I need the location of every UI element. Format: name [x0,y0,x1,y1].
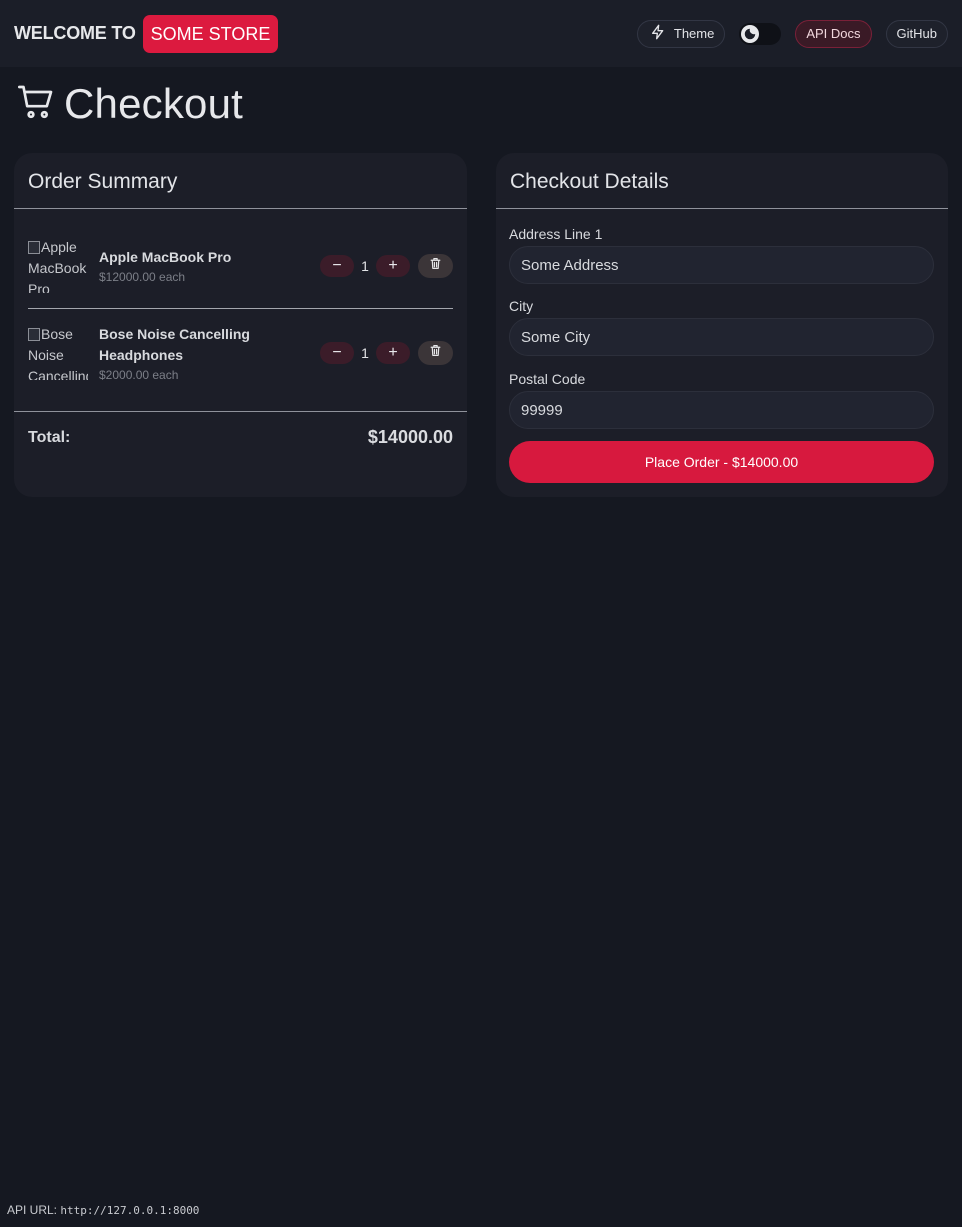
page-title: Checkout [16,80,243,128]
place-order-button[interactable]: Place Order - $14000.00 [509,441,934,483]
city-input[interactable] [509,318,934,356]
item-price: $2000.00 each [99,368,179,382]
trash-icon [429,257,442,275]
item-controls: − 1 + [320,341,453,365]
cart-item: Apple MacBook Pro Apple MacBook Pro $120… [28,237,453,293]
item-name: Apple MacBook Pro [99,249,232,265]
moon-icon [741,24,760,43]
address-field: Address Line 1 [509,226,934,284]
github-button[interactable]: GitHub [885,19,948,48]
brand-welcome-text: WELCOME TO [14,23,136,43]
item-price: $12000.00 each [99,270,186,284]
quantity-value: 1 [361,258,369,274]
city-label: City [509,298,534,314]
api-url-value: http://127.0.0.1:8000 [60,1204,200,1217]
city-field: City [509,298,934,356]
item-info: Bose Noise Cancelling Headphones $2000.0… [99,324,259,382]
broken-image-icon [28,328,40,341]
trash-icon [429,344,442,362]
dark-mode-toggle[interactable] [739,22,782,45]
address-input[interactable] [509,246,934,284]
product-image: Apple MacBook Pro [28,237,88,293]
address-label: Address Line 1 [509,226,603,242]
decrease-quantity-button[interactable]: − [320,255,354,277]
total-divider [14,411,467,412]
divider [14,208,467,209]
postal-code-field: Postal Code [509,371,934,429]
decrease-quantity-button[interactable]: − [320,342,354,364]
total-value: $14000.00 [367,427,453,447]
nav-actions: Theme API Docs GitHub [636,19,948,48]
api-docs-button[interactable]: API Docs [795,19,872,48]
checkout-details-card: Checkout Details Address Line 1 City Pos… [496,153,948,497]
total-label: Total: [28,428,71,446]
order-summary-card: Order Summary Apple MacBook Pro Apple Ma… [14,153,467,497]
quantity-value: 1 [361,345,369,361]
remove-item-button[interactable] [418,341,453,365]
postal-code-input[interactable] [509,391,934,429]
postal-code-label: Postal Code [509,371,586,387]
brand[interactable]: WELCOME TO SOME STORE [14,14,279,53]
api-url-footer: API URL: http://127.0.0.1:8000 [7,1203,199,1217]
item-divider [28,308,453,309]
api-url-label: API URL: [7,1203,58,1217]
remove-item-button[interactable] [418,254,453,278]
theme-label: Theme [673,26,715,41]
product-image: Bose Noise Cancelling Headphones [28,324,88,380]
broken-image-icon [28,241,40,254]
item-info: Apple MacBook Pro $12000.00 each [99,247,259,284]
order-summary-title: Order Summary [28,170,178,193]
increase-quantity-button[interactable]: + [376,255,410,277]
brand-store-badge: SOME STORE [142,14,279,53]
navbar: WELCOME TO SOME STORE Theme API Docs Git… [0,0,962,67]
lightning-icon [650,24,666,43]
cart-icon [16,82,56,127]
total-row: Total: $14000.00 [28,427,453,448]
theme-button[interactable]: Theme [636,19,726,48]
increase-quantity-button[interactable]: + [376,342,410,364]
checkout-details-title: Checkout Details [510,170,669,193]
item-name: Bose Noise Cancelling Headphones [99,326,250,363]
divider [496,208,948,209]
page-title-text: Checkout [64,80,244,127]
item-controls: − 1 + [320,254,453,278]
cart-item: Bose Noise Cancelling Headphones Bose No… [28,324,453,382]
